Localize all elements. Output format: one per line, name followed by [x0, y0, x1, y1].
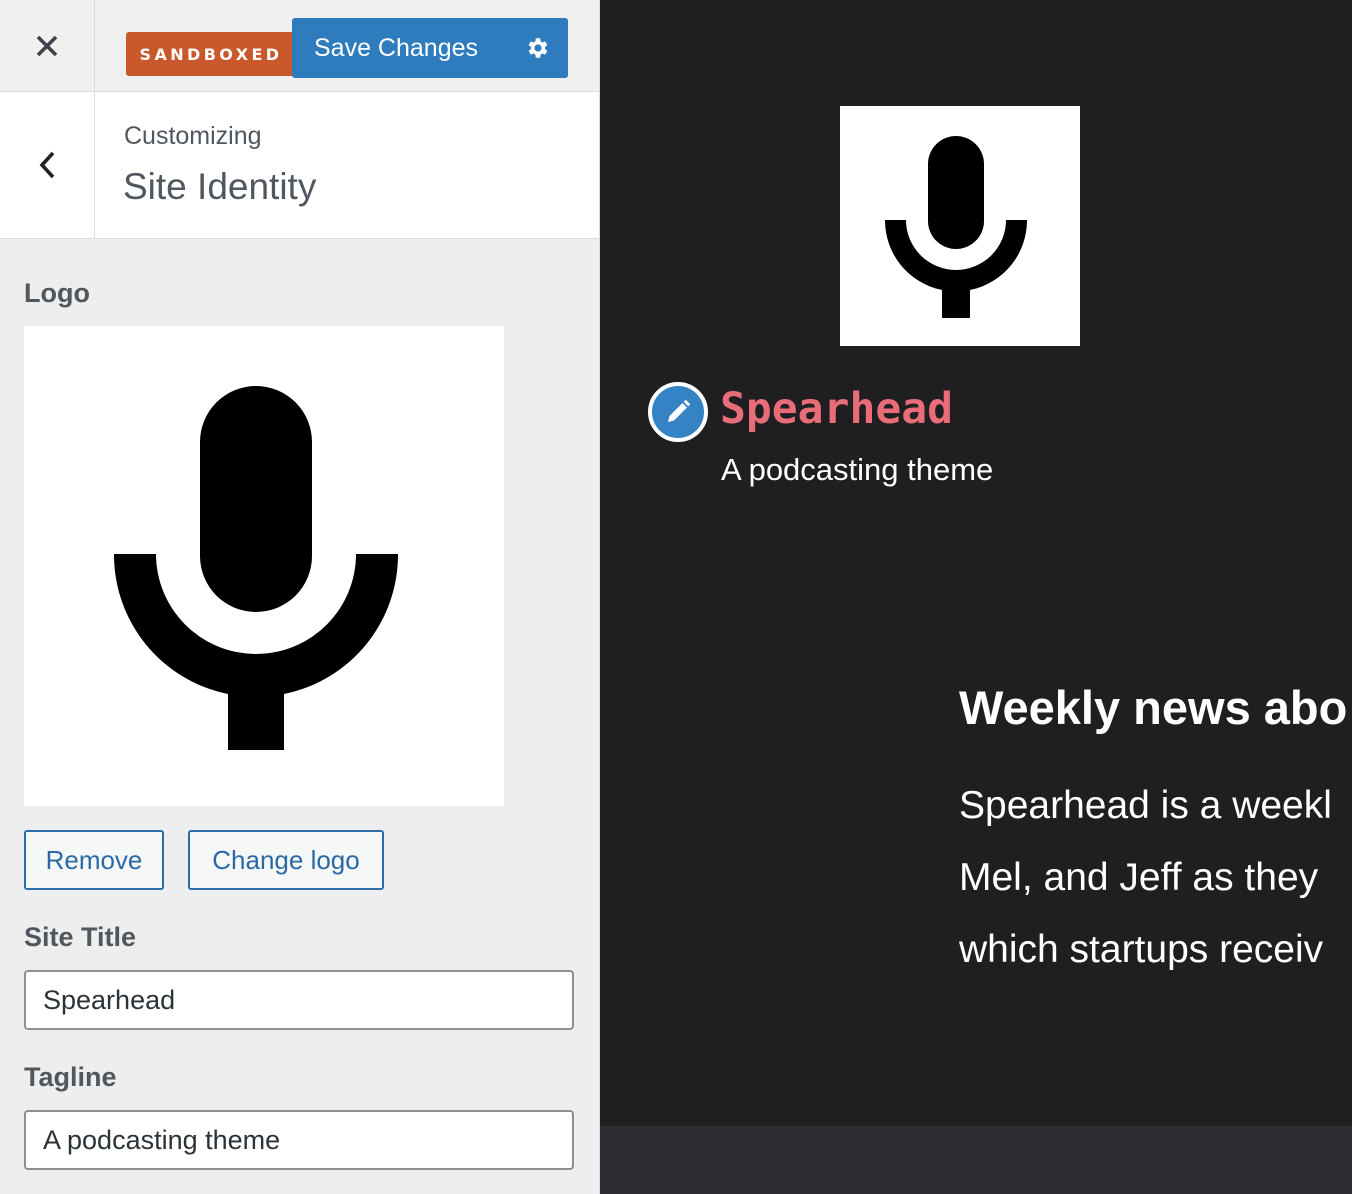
close-icon: [36, 35, 58, 56]
back-button[interactable]: [0, 92, 95, 238]
pencil-icon: [668, 399, 691, 422]
close-customizer-button[interactable]: [0, 0, 95, 91]
preview-paragraph-line: which startups receiv: [959, 928, 1324, 971]
edit-site-title-shortcut[interactable]: [648, 382, 708, 442]
site-preview: Spearhead A podcasting theme Weekly news…: [600, 0, 1352, 1194]
save-changes-button[interactable]: Save Changes: [292, 18, 568, 78]
preview-paragraph-line: Spearhead is a weekl: [959, 784, 1332, 827]
preview-logo[interactable]: [840, 106, 1080, 346]
gear-icon[interactable]: [524, 35, 550, 61]
site-title-label: Site Title: [24, 922, 137, 952]
preview-site-title[interactable]: Spearhead: [720, 384, 953, 434]
customizer-header: SANDBOXED Save Changes: [0, 0, 599, 92]
section-title: Site Identity: [123, 166, 317, 207]
customizer-sidebar: SANDBOXED Save Changes Customizing Site …: [0, 0, 600, 1194]
chevron-left-icon: [39, 151, 55, 179]
remove-logo-button[interactable]: Remove: [24, 830, 164, 890]
preview-footer-strip: [600, 1126, 1352, 1194]
site-title-input[interactable]: [24, 970, 574, 1030]
sandboxed-badge: SANDBOXED: [126, 32, 296, 76]
microphone-icon: [114, 386, 399, 750]
section-header: Customizing Site Identity: [0, 92, 599, 239]
preview-tagline: A podcasting theme: [721, 452, 994, 487]
save-changes-label: Save Changes: [314, 34, 479, 62]
change-logo-button[interactable]: Change logo: [188, 830, 384, 890]
tagline-label: Tagline: [24, 1062, 117, 1092]
preview-paragraph-line: Mel, and Jeff as they: [959, 856, 1319, 899]
preview-heading: Weekly news abo: [959, 681, 1348, 734]
tagline-input[interactable]: [24, 1110, 574, 1170]
microphone-icon: [885, 136, 1028, 318]
logo-preview[interactable]: [24, 326, 504, 806]
customizing-label: Customizing: [124, 122, 262, 150]
logo-label: Logo: [24, 278, 90, 308]
